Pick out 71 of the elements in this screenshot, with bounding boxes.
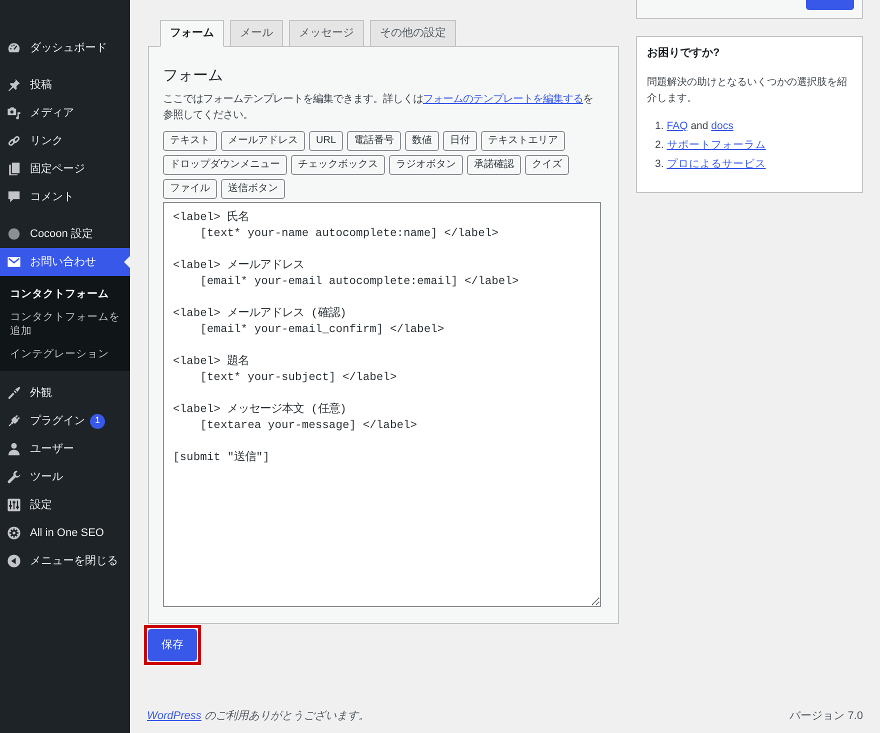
menu-item[interactable]: プラグイン 1 <box>0 407 130 435</box>
help-list-item: 1. FAQ and docs <box>655 119 734 134</box>
help-title: お困りですか? <box>647 46 721 61</box>
tag-button[interactable]: メールアドレス <box>221 131 305 151</box>
menu-item[interactable]: リンク <box>0 127 130 155</box>
pushpin-icon <box>7 78 21 92</box>
tag-button[interactable]: ファイル <box>163 179 217 199</box>
tag-button[interactable]: 送信ボタン <box>221 179 285 199</box>
menu-item[interactable]: 投稿 <box>0 71 130 99</box>
tag-button[interactable]: URL <box>309 131 344 151</box>
tag-button[interactable]: ラジオボタン <box>389 155 463 175</box>
version-text: バージョン 7.0 <box>790 709 863 723</box>
tag-button[interactable]: 数値 <box>405 131 440 151</box>
help-link[interactable]: サポートフォーラム <box>666 139 766 151</box>
pages-icon <box>7 162 21 176</box>
tag-button[interactable]: ドロップダウンメニュー <box>163 155 287 175</box>
update-count-badge: 1 <box>90 414 105 428</box>
help-link[interactable]: docs <box>711 120 734 132</box>
tag-button[interactable]: 電話番号 <box>347 131 402 151</box>
envelope-icon <box>7 255 21 269</box>
menu-item[interactable]: ツール <box>0 463 130 491</box>
tag-button[interactable]: チェックボックス <box>291 155 385 175</box>
tab[interactable]: メッセージ <box>289 20 364 47</box>
gauge-icon <box>7 41 21 55</box>
menu-item[interactable]: 固定ページ <box>0 155 130 183</box>
submenu-item[interactable]: コンタクトフォーム <box>0 282 130 305</box>
paintbrush-icon <box>7 386 21 400</box>
help-link[interactable]: FAQ <box>666 120 688 132</box>
panel-heading: フォーム <box>163 66 224 86</box>
gear-icon <box>7 526 21 540</box>
wordpress-link[interactable]: WordPress <box>147 710 202 722</box>
menu-item[interactable]: Cocoon 設定 <box>0 220 130 248</box>
active-pointer-icon <box>124 256 130 268</box>
tab[interactable]: フォーム <box>160 20 224 47</box>
person-icon <box>7 442 21 456</box>
plug-icon <box>7 414 21 428</box>
speech-bubble-icon <box>7 190 21 204</box>
tag-button[interactable]: テキストエリア <box>481 131 566 151</box>
chain-link-icon <box>7 134 21 148</box>
tag-button[interactable]: テキスト <box>163 131 217 151</box>
wrench-icon <box>7 470 21 484</box>
help-list-item: 2. サポートフォーラム <box>655 138 767 153</box>
submenu-item[interactable]: インテグレーション <box>0 342 130 365</box>
action-button[interactable] <box>806 0 854 10</box>
menu-item[interactable]: All in One SEO <box>0 519 130 547</box>
left-arrow-circle-icon <box>7 554 21 568</box>
help-text: 問題解決の助けとなるいくつかの選択肢を紹介します。 <box>647 76 848 106</box>
help-link[interactable]: プロによるサービス <box>666 158 766 170</box>
menu-item[interactable]: ユーザー <box>0 435 130 463</box>
submenu-item[interactable]: コンタクトフォームを追加 <box>0 305 130 342</box>
template-help-link[interactable]: フォームのテンプレートを編集する <box>423 94 583 105</box>
tag-button[interactable]: 日付 <box>443 131 478 151</box>
tab[interactable]: メール <box>230 20 283 47</box>
sliders-icon <box>7 498 21 512</box>
panel-description: ここではフォームテンプレートを編集できます。詳しくはフォームのテンプレートを編集するを参照してください。 <box>163 92 594 123</box>
menu-item[interactable]: コメント <box>0 183 130 211</box>
menu-item[interactable]: ダッシュボード <box>0 34 130 62</box>
menu-item[interactable]: 外観 <box>0 379 130 407</box>
menu-item[interactable]: メディア <box>0 99 130 127</box>
help-list-item: 3. プロによるサービス <box>655 157 767 172</box>
tag-button[interactable]: 承諾確認 <box>467 155 521 175</box>
dot-icon <box>7 227 21 241</box>
tag-button[interactable]: クイズ <box>525 155 569 175</box>
menu-item[interactable]: メニューを閉じる <box>0 547 130 575</box>
footer-credit: WordPress のご利用ありがとうございます。 <box>147 709 370 723</box>
save-button[interactable]: 保存 <box>148 629 197 661</box>
form-template-editor[interactable]: <label> 氏名 [text* your-name autocomplete:name] </label> <label> メールアドレス [email* your-email autocomplete:email] </label> <label> メールアドレス (確認) [email* your-email_confirm] </label> <label> 題名 [text* your-subject] </label> <label> メッセージ本文 (任意) [textarea your-message] </label> [submit "送信"] <box>163 202 601 607</box>
tab[interactable]: その他の設定 <box>370 20 456 47</box>
camera-note-icon <box>7 106 21 120</box>
menu-item[interactable]: お問い合わせ <box>0 248 130 276</box>
menu-item[interactable]: 設定 <box>0 491 130 519</box>
